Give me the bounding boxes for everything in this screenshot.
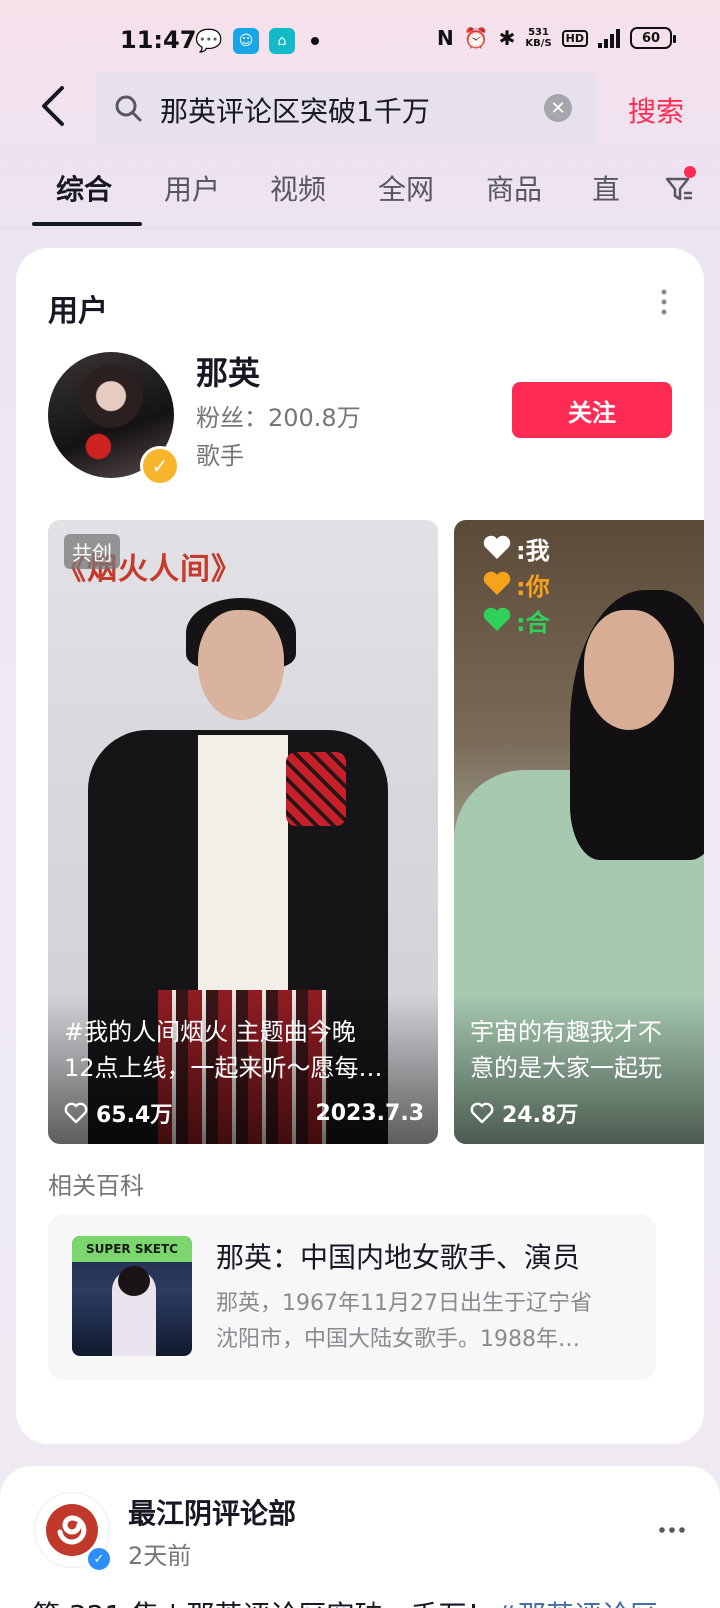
more-options-icon[interactable] <box>660 288 668 316</box>
video-caption: 宇宙的有趣我才不 意的是大家一起玩 <box>470 1014 700 1086</box>
wechat-icon: 💬 <box>195 28 223 54</box>
post-text[interactable]: 第 321 集 | 那英评论区突破一千万！#那英评论区 <box>32 1594 658 1608</box>
post-time: 2天前 <box>128 1542 192 1570</box>
legend-row: :我 <box>482 530 550 566</box>
heart-icon <box>470 1102 494 1124</box>
video-caption-line: 宇宙的有趣我才不 <box>470 1018 662 1046</box>
tab-comprehensive[interactable]: 综合 <box>56 168 112 208</box>
search-icon <box>115 95 142 122</box>
legend-row: :合 <box>482 602 550 638</box>
encyclopedia-description: 那英，1967年11月27日出生于辽宁省 沈阳市，中国大陆女歌手。1988年… <box>216 1286 646 1358</box>
encyclopedia-title: 那英：中国内地女歌手、演员 <box>216 1241 581 1274</box>
network-speed-value: 531 <box>528 27 549 38</box>
co-create-tag: 共创 <box>64 534 120 569</box>
video-thumbnail-figure <box>286 752 346 826</box>
search-button[interactable]: 搜索 <box>628 90 684 130</box>
user-role: 歌手 <box>196 442 244 470</box>
video-caption-line: 12点上线，一起来听～愿每… <box>64 1054 383 1082</box>
thumbnail-figure <box>118 1266 150 1296</box>
video-thumbnail-figure <box>584 610 674 730</box>
tab-web[interactable]: 全网 <box>378 168 434 208</box>
video-carousel: 《烟火人间》 共创 #我的人间烟火 主题曲今晚 12点上线，一起来听～愿每… 6… <box>48 520 704 1144</box>
more-options-icon[interactable] <box>658 1526 686 1534</box>
hd-icon: HD <box>561 29 588 47</box>
video-likes: 65.4万 <box>64 1097 172 1129</box>
video-caption-line: #我的人间烟火 主题曲今晚 <box>64 1018 356 1046</box>
tab-live[interactable]: 直 <box>592 168 620 208</box>
active-tab-indicator <box>32 222 142 226</box>
legend-label: :我 <box>516 536 550 565</box>
orange-heart-icon <box>483 571 511 595</box>
notification-icons: 💬 ☺ ⌂ <box>195 28 319 54</box>
network-speed-unit: KB/S <box>525 38 552 49</box>
video-meta: 65.4万 2023.7.3 <box>64 1098 424 1128</box>
duet-legend: :我 :你 :合 <box>482 530 550 638</box>
thumbnail-banner-text: SUPER SKETC <box>72 1236 192 1262</box>
video-caption: #我的人间烟火 主题曲今晚 12点上线，一起来听～愿每… <box>64 1014 424 1086</box>
filter-badge-dot <box>684 166 696 178</box>
system-icons: N ⏰ ✱ 531 KB/S HD 60 <box>437 26 676 50</box>
more-notifications-dot <box>311 37 319 45</box>
user-result-card: 用户 ✓ 那英 粉丝：200.8万 歌手 关注 《烟火人间》 共创 #我的人间烟… <box>16 248 704 1444</box>
green-heart-icon <box>483 607 511 631</box>
heart-icon <box>64 1102 88 1124</box>
section-title-encyclopedia: 相关百科 <box>48 1172 144 1200</box>
white-heart-icon <box>483 535 511 559</box>
status-time: 11:47 <box>120 26 197 54</box>
blue-verified-icon: ✓ <box>86 1546 112 1572</box>
video-likes-count: 65.4万 <box>96 1103 173 1128</box>
clear-search-icon[interactable]: ✕ <box>544 94 572 122</box>
user-fans-count: 粉丝：200.8万 <box>196 404 361 432</box>
nfc-icon: N <box>437 26 454 50</box>
section-title-users: 用户 <box>48 294 108 329</box>
search-query[interactable]: 那英评论区突破1千万 <box>160 90 430 130</box>
encyclopedia-thumbnail: SUPER SKETC <box>72 1236 192 1356</box>
verified-check-icon: ✓ <box>140 446 180 486</box>
post-text-body: 第 321 集 | 那英评论区突破一千万！ <box>32 1599 494 1608</box>
legend-label: :合 <box>516 608 550 637</box>
video-date: 2023.7.3 <box>315 1100 424 1126</box>
store-notification-icon: ⌂ <box>269 28 295 54</box>
app-notification-icon: ☺ <box>233 28 259 54</box>
tabs-divider <box>0 228 720 229</box>
bluetooth-icon: ✱ <box>498 26 516 50</box>
signal-icon <box>598 28 620 48</box>
search-input[interactable]: 那英评论区突破1千万 ✕ <box>96 72 596 144</box>
video-likes: 24.8万 <box>470 1097 578 1129</box>
video-thumbnail-figure <box>198 610 284 720</box>
post-result-card: ✓ 最江阴评论部 2天前 第 321 集 | 那英评论区突破一千万！#那英评论区 <box>0 1466 720 1608</box>
tab-products[interactable]: 商品 <box>486 168 542 208</box>
encyclopedia-card[interactable]: SUPER SKETC 那英：中国内地女歌手、演员 那英，1967年11月27日… <box>48 1214 656 1380</box>
video-thumbnail-figure <box>198 735 288 995</box>
encyclopedia-description-line: 沈阳市，中国大陆女歌手。1988年… <box>216 1327 580 1352</box>
legend-row: :你 <box>482 566 550 602</box>
encyclopedia-description-line: 那英，1967年11月27日出生于辽宁省 <box>216 1291 592 1316</box>
tab-users[interactable]: 用户 <box>164 168 220 208</box>
user-name[interactable]: 那英 <box>196 348 260 394</box>
legend-label: :你 <box>516 572 550 601</box>
battery-icon: 60 <box>630 27 676 49</box>
post-author-name[interactable]: 最江阴评论部 <box>128 1492 296 1532</box>
video-likes-count: 24.8万 <box>502 1103 579 1128</box>
follow-button[interactable]: 关注 <box>512 382 672 438</box>
result-tabs: 综合 用户 视频 全网 商品 直 <box>0 166 720 228</box>
network-speed: 531 KB/S <box>525 27 551 49</box>
back-arrow-icon[interactable] <box>36 84 70 128</box>
video-meta: 24.8万 <box>470 1098 700 1128</box>
tab-videos[interactable]: 视频 <box>270 168 326 208</box>
alarm-icon: ⏰ <box>463 26 489 50</box>
post-hashtag[interactable]: #那英评论区 <box>494 1599 657 1608</box>
video-card[interactable]: 《烟火人间》 共创 #我的人间烟火 主题曲今晚 12点上线，一起来听～愿每… 6… <box>48 520 438 1144</box>
video-caption-line: 意的是大家一起玩 <box>470 1054 662 1082</box>
video-card[interactable]: :我 :你 :合 宇宙的有趣我才不 意的是大家一起玩 24.8万 <box>454 520 704 1144</box>
filter-icon[interactable] <box>664 174 694 204</box>
